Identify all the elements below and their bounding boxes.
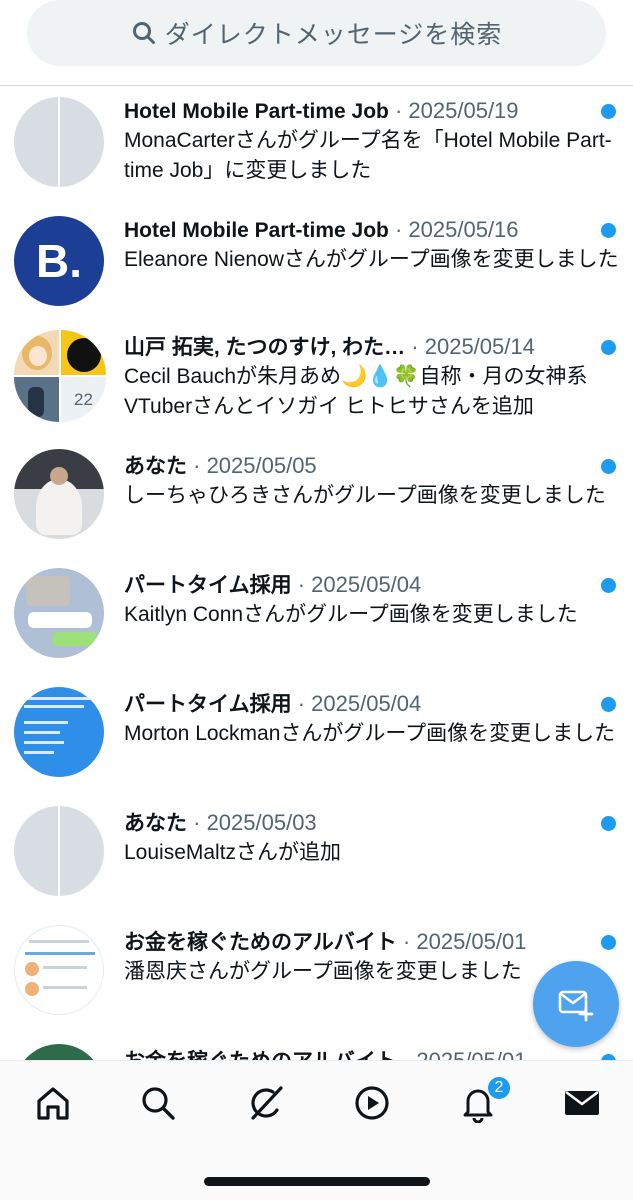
conversation-name: お金を稼ぐためのアルバイト — [124, 1050, 397, 1060]
unread-dot — [601, 223, 616, 238]
conversation-date: 2025/05/01 — [416, 929, 527, 954]
separator: · — [388, 217, 409, 242]
conversation-date: 2025/05/05 — [206, 453, 317, 478]
home-indicator — [204, 1177, 430, 1186]
play-icon — [352, 1083, 392, 1123]
conversation-preview: Eleanore Nienowさんがグループ画像を変更しました — [124, 248, 619, 271]
conversation-row[interactable]: パートタイム採用 · 2025/05/04 Morton Lockmanさんがグ… — [0, 687, 633, 797]
separator: · — [291, 572, 312, 597]
conversation-row[interactable]: B. Hotel Mobile Part-time Job · 2025/05/… — [0, 213, 633, 323]
conversation-header: 山戸 拓実, たつのすけ, わた… · 2025/05/14 — [124, 330, 623, 364]
conversation-row[interactable]: Hotel Mobile Part-time Job · 2025/05/19 … — [0, 94, 633, 204]
conversation-header: パートタイム採用 · 2025/05/04 — [124, 568, 623, 602]
conversation-list: Hotel Mobile Part-time Job · 2025/05/19 … — [0, 87, 633, 1060]
conversation-date: 2025/05/03 — [206, 810, 317, 835]
conversation-preview: MonaCarterさんがグループ名を「Hotel Mobile Part-ti… — [124, 129, 612, 182]
grok-icon — [245, 1082, 287, 1124]
new-message-button[interactable] — [533, 961, 619, 1047]
conversation-row[interactable]: あなた · 2025/05/05 しーちゃひろきさんがグループ画像を変更しました — [0, 449, 633, 559]
conversation-row[interactable]: お金を稼ぐためのアルバイト · 2025/05/01 — [0, 1044, 633, 1060]
conversation-header: Hotel Mobile Part-time Job · 2025/05/16 — [124, 213, 623, 247]
conversation-name: 山戸 拓実, たつのすけ, わた… — [124, 336, 406, 359]
conversation-name: Hotel Mobile Part-time Job — [124, 219, 389, 242]
group-avatar-collage: 22 — [14, 330, 106, 422]
conversation-date: 2025/05/04 — [311, 691, 422, 716]
search-header: ダイレクトメッセージを検索 — [0, 0, 633, 86]
unread-dot — [601, 697, 616, 712]
conversation-name: あなた — [124, 455, 187, 478]
member-photo — [14, 377, 59, 422]
logo-text: B. — [36, 235, 82, 287]
conversation-preview: Kaitlyn Connさんがグループ画像を変更しました — [124, 603, 578, 626]
search-icon — [138, 1083, 178, 1123]
conversation-date: 2025/05/19 — [408, 98, 519, 123]
separator: · — [187, 453, 207, 478]
unread-dot — [601, 340, 616, 355]
unread-dot — [601, 459, 616, 474]
member-count: 22 — [61, 377, 106, 422]
unread-dot — [601, 935, 616, 950]
tab-video[interactable] — [350, 1081, 394, 1125]
conversation-header: Hotel Mobile Part-time Job · 2025/05/19 — [124, 94, 623, 128]
home-icon — [33, 1083, 73, 1123]
conversation-date: 2025/05/14 — [424, 334, 535, 359]
tab-grok[interactable] — [244, 1081, 288, 1125]
default-avatar — [14, 97, 104, 187]
separator: · — [388, 98, 409, 123]
photo-avatar — [14, 1044, 104, 1060]
conversation-header: お金を稼ぐためのアルバイト · 2025/05/01 — [124, 1044, 623, 1060]
search-input[interactable]: ダイレクトメッセージを検索 — [27, 0, 606, 66]
conversation-preview: LouiseMaltzさんが追加 — [124, 841, 342, 864]
conversation-header: パートタイム採用 · 2025/05/04 — [124, 687, 623, 721]
tab-home[interactable] — [31, 1081, 75, 1125]
tab-messages[interactable] — [560, 1081, 604, 1125]
conversation-name: あなた — [124, 812, 187, 835]
conversation-row[interactable]: パートタイム採用 · 2025/05/04 Kaitlyn Connさんがグルー… — [0, 568, 633, 678]
screenshot-avatar — [14, 925, 104, 1015]
conversation-date: 2025/05/16 — [408, 217, 519, 242]
conversation-preview: Cecil Bauchが朱月あめ🌙💧🍀自称・月の女神系VTuberさんとイソガイ… — [124, 365, 588, 418]
conversation-row[interactable]: あなた · 2025/05/03 LouiseMaltzさんが追加 — [0, 806, 633, 916]
separator: · — [405, 334, 425, 359]
conversation-preview: Morton Lockmanさんがグループ画像を変更しました — [124, 722, 616, 745]
conversation-preview: しーちゃひろきさんがグループ画像を変更しました — [124, 484, 606, 507]
conversation-date: 2025/05/01 — [416, 1048, 526, 1060]
screenshot-avatar — [14, 687, 104, 777]
conversation-name: お金を稼ぐためのアルバイト — [124, 931, 397, 954]
conversation-row[interactable]: 22 山戸 拓実, たつのすけ, わた… · 2025/05/14 Cecil … — [0, 330, 633, 440]
screenshot-avatar — [14, 568, 104, 658]
brand-logo-avatar: B. — [14, 216, 104, 306]
member-photo — [14, 330, 59, 375]
member-photo — [61, 330, 106, 375]
conversation-header: お金を稼ぐためのアルバイト · 2025/05/01 — [124, 925, 623, 959]
separator: · — [187, 810, 207, 835]
conversation-name: パートタイム採用 — [124, 574, 292, 597]
conversation-name: Hotel Mobile Part-time Job — [124, 100, 389, 123]
separator: · — [396, 929, 417, 954]
photo-avatar — [14, 449, 104, 539]
mail-icon — [562, 1083, 602, 1123]
tab-explore[interactable] — [136, 1081, 180, 1125]
search-placeholder: ダイレクトメッセージを検索 — [164, 21, 503, 49]
unread-dot — [601, 816, 616, 831]
conversation-header: あなた · 2025/05/03 — [124, 806, 623, 840]
notification-badge: 2 — [486, 1075, 512, 1101]
separator: · — [291, 691, 312, 716]
search-icon — [131, 20, 157, 46]
default-avatar — [14, 806, 104, 896]
separator: · — [397, 1048, 417, 1060]
conversation-header: あなた · 2025/05/05 — [124, 449, 623, 483]
new-message-icon — [556, 984, 596, 1024]
unread-dot — [601, 104, 616, 119]
conversation-date: 2025/05/04 — [311, 572, 422, 597]
unread-dot — [601, 578, 616, 593]
conversation-name: パートタイム採用 — [124, 693, 292, 716]
member-count-text: 22 — [74, 389, 93, 409]
